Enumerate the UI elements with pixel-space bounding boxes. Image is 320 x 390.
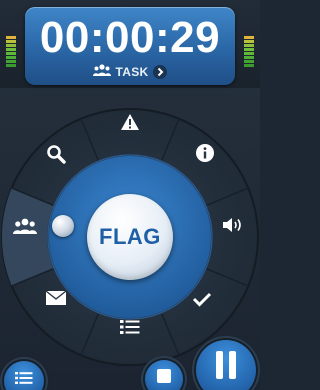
users-icon [92,63,111,81]
speaker-icon[interactable] [220,212,246,238]
dial-knob[interactable] [52,215,74,237]
flag-button-label: FLAG [99,224,161,249]
left-level-meter [6,36,16,68]
pause-icon [215,350,237,384]
menu-icon [15,372,33,390]
mode-selector[interactable]: TASK [25,64,235,80]
chevron-right-icon[interactable] [153,65,168,79]
warning-icon[interactable] [117,109,143,135]
users-icon[interactable] [12,213,38,239]
timer-panel: 00:00:29 TASK [25,7,235,85]
mail-icon[interactable] [43,285,69,311]
check-icon[interactable] [189,286,215,312]
list-icon[interactable] [117,314,143,340]
stop-button[interactable] [145,360,183,390]
mode-label: TASK [115,65,149,79]
right-level-meter [244,36,254,68]
stop-icon [157,369,171,388]
app-window: 00:00:29 TASK FLAG [0,0,260,390]
elapsed-time: 00:00:29 [39,13,221,62]
search-icon[interactable] [43,141,69,167]
flag-button[interactable]: FLAG [87,194,173,280]
header: 00:00:29 TASK [0,0,260,88]
info-icon[interactable] [192,140,218,166]
